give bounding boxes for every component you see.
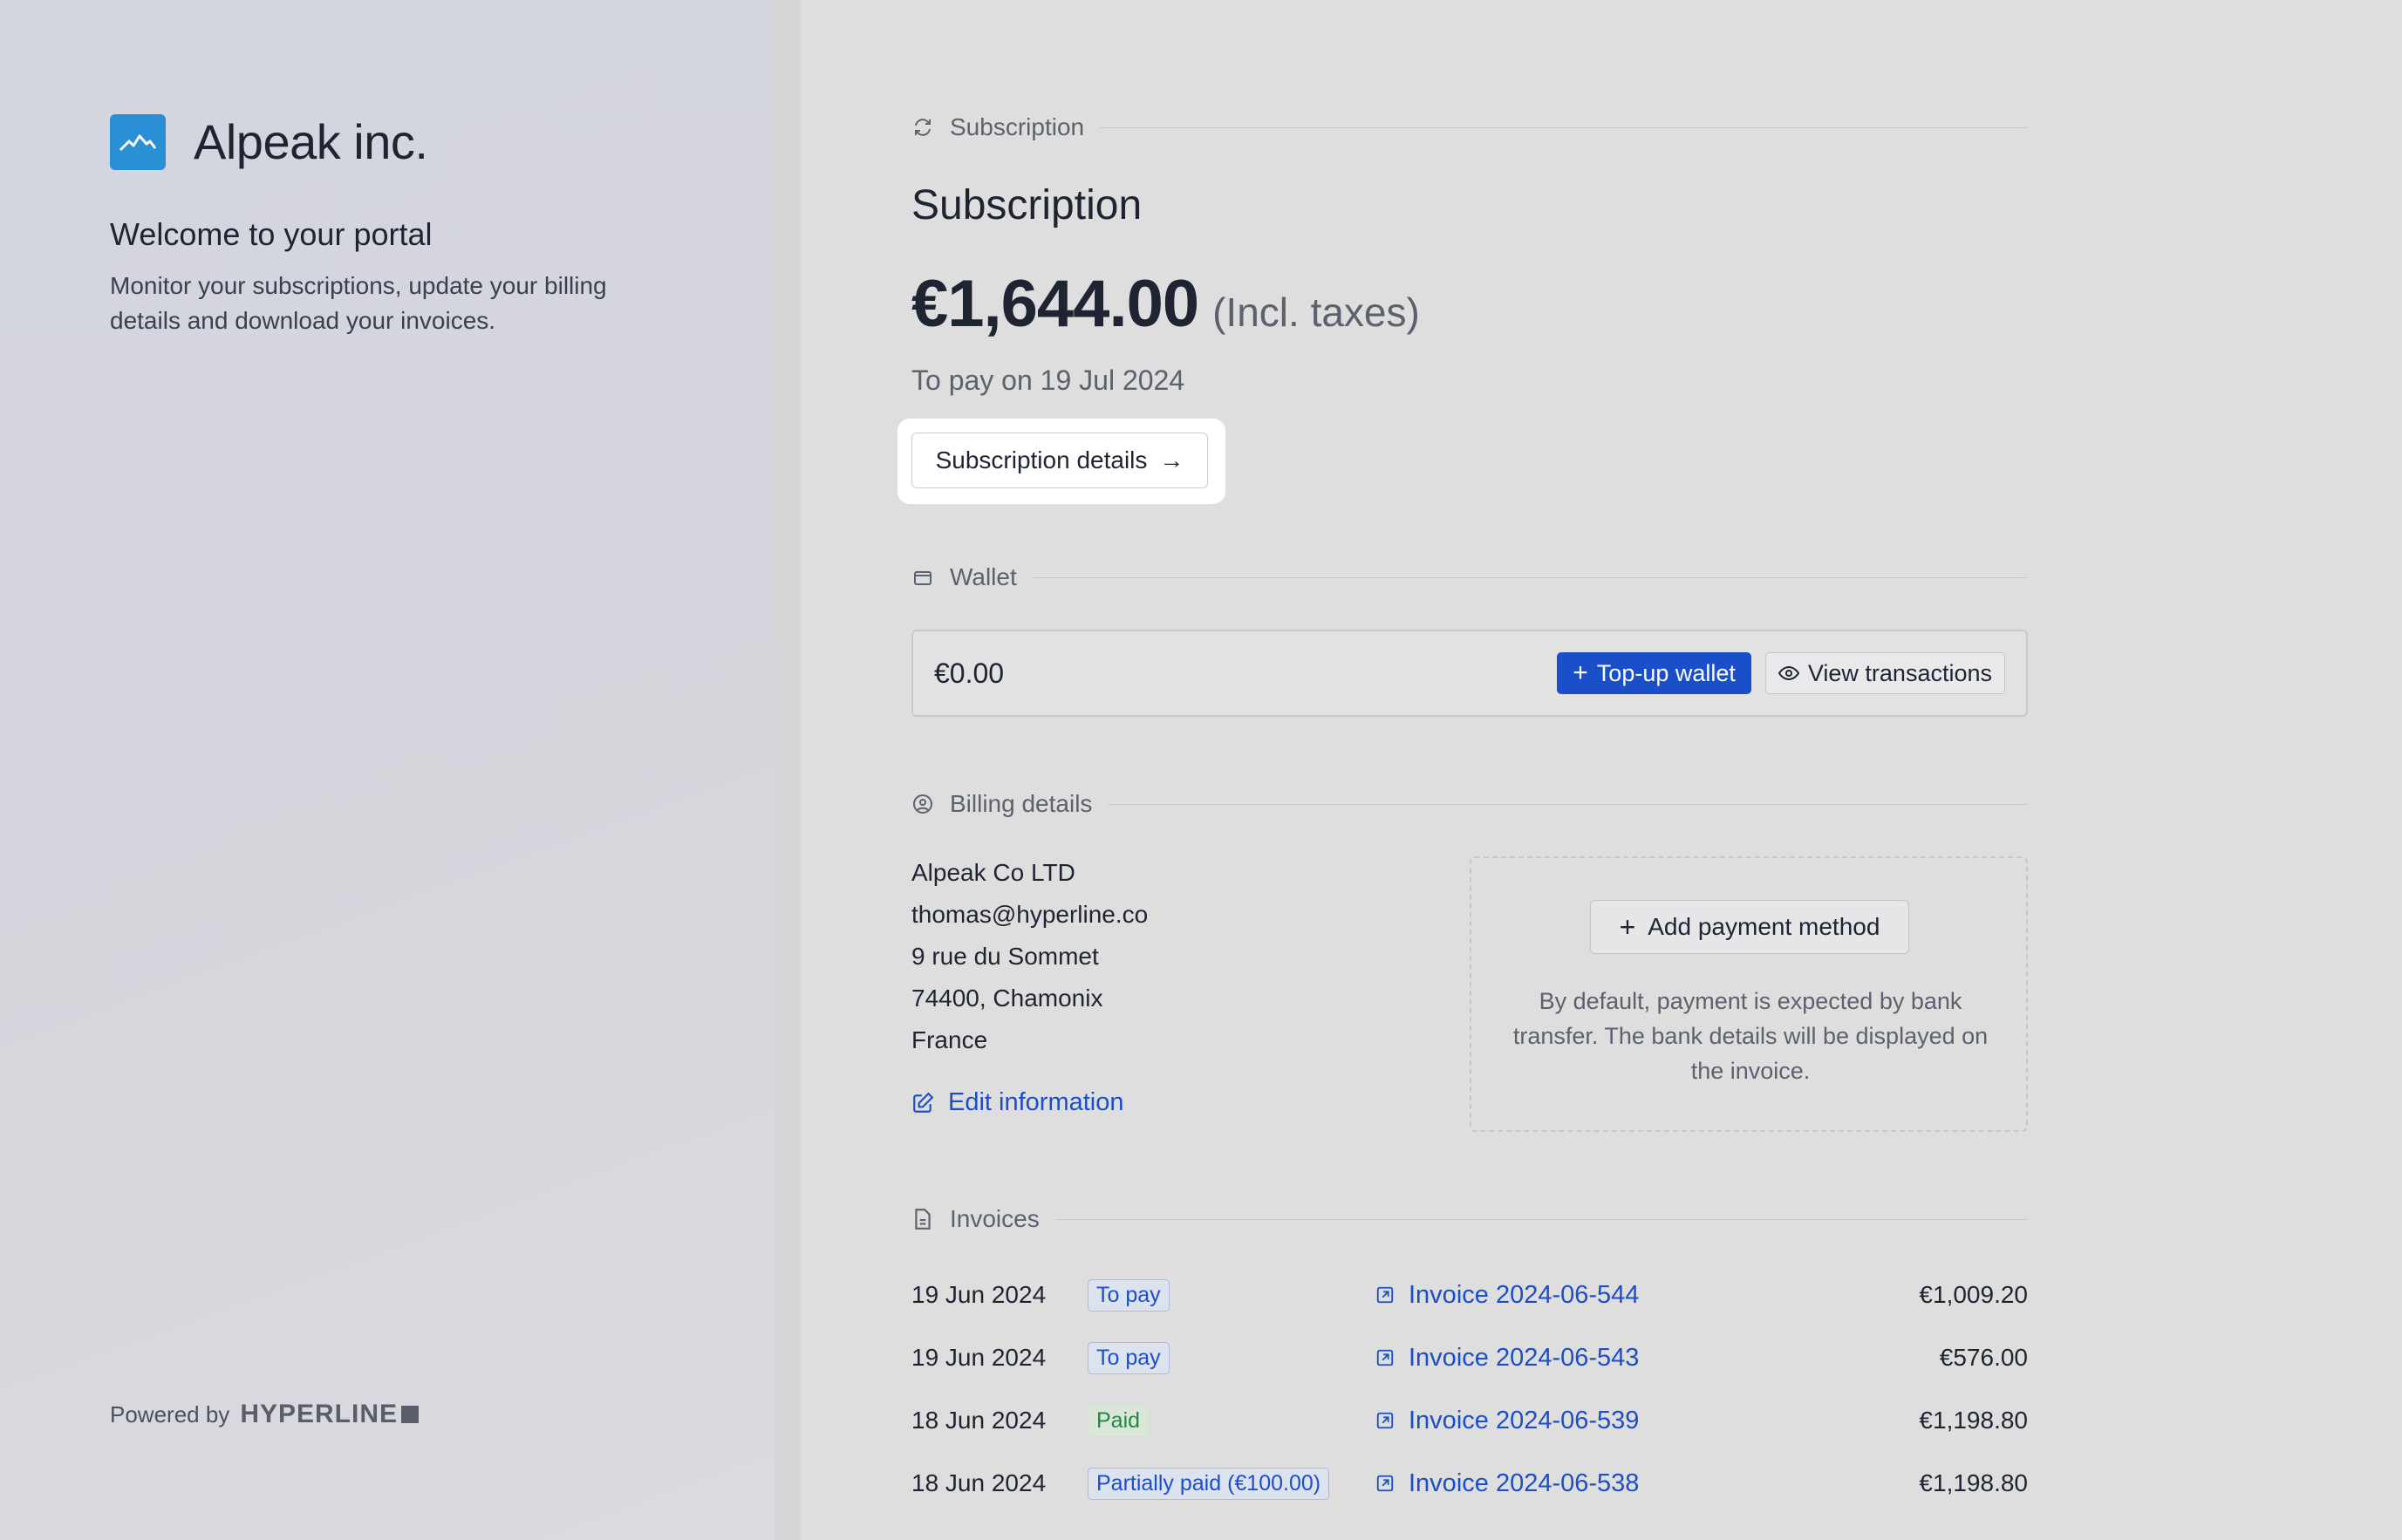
external-link-icon xyxy=(1375,1411,1395,1430)
document-icon xyxy=(911,1208,934,1230)
brand: Alpeak inc. xyxy=(110,113,428,170)
payment-note: By default, payment is expected by bank … xyxy=(1512,988,1989,1084)
status-badge: To pay xyxy=(1088,1341,1170,1374)
status-badge: To pay xyxy=(1088,1278,1170,1312)
billing-city: 74400, Chamonix xyxy=(911,985,1103,1012)
subscription-title: Subscription xyxy=(911,182,1143,228)
invoice-number: Invoice 2024-06-543 xyxy=(1409,1343,1640,1372)
invoice-row: 18 Jun 2024 Paid Invoice 2024-06-539 €1,198… xyxy=(911,1399,2028,1442)
invoice-status: Partially paid (€100.00) xyxy=(1088,1467,1375,1500)
billing-section-header: Billing details xyxy=(911,790,2028,818)
invoice-number: Invoice 2024-06-538 xyxy=(1409,1468,1640,1497)
status-badge: Paid xyxy=(1088,1404,1150,1437)
wallet-section-header: Wallet xyxy=(911,563,2028,591)
edit-information-link[interactable]: Edit information xyxy=(911,1088,1124,1117)
invoice-link[interactable]: Invoice 2024-06-539 xyxy=(1375,1407,1853,1435)
add-payment-method-label: Add payment method xyxy=(1648,913,1880,940)
plus-icon: + xyxy=(1573,658,1588,687)
subscription-section-header: Subscription xyxy=(911,113,2028,141)
welcome-title: Welcome to your portal xyxy=(110,216,433,252)
invoice-date: 19 Jun 2024 xyxy=(911,1344,1047,1371)
section-rule xyxy=(1054,1218,2028,1220)
edit-icon xyxy=(911,1092,934,1114)
vendor-wordmark: HYPERLINE xyxy=(240,1400,399,1428)
billing-street: 9 rue du Sommet xyxy=(911,943,1099,970)
billing-company: Alpeak Co LTD xyxy=(911,859,1075,886)
invoice-status: Paid xyxy=(1088,1404,1375,1437)
subscription-amount: €1,644.00 (Incl. taxes) xyxy=(911,266,1420,342)
company-name: Alpeak inc. xyxy=(194,114,428,169)
panel-divider xyxy=(775,0,801,1540)
invoice-amount: €1,009.20 xyxy=(1919,1281,2028,1308)
view-transactions-button[interactable]: View transactions xyxy=(1764,652,2005,694)
user-circle-icon xyxy=(911,793,934,815)
invoice-amount: €1,198.80 xyxy=(1919,1469,2028,1496)
eye-icon xyxy=(1778,665,1799,681)
invoices-section-label: Invoices xyxy=(950,1205,1040,1232)
mountain-icon xyxy=(110,113,166,170)
wallet-icon xyxy=(911,566,934,589)
invoice-amount: €576.00 xyxy=(1939,1344,2028,1371)
subscription-details-highlight: Subscription details → xyxy=(897,419,1225,504)
external-link-icon xyxy=(1375,1348,1395,1367)
invoice-status: To pay xyxy=(1088,1278,1375,1312)
status-badge: Partially paid (€100.00) xyxy=(1088,1467,1330,1500)
subscription-details-button[interactable]: Subscription details → xyxy=(911,433,1208,488)
wallet-balance: €0.00 xyxy=(934,657,1005,689)
billing-section-label: Billing details xyxy=(950,790,1093,817)
section-rule xyxy=(1108,803,2028,805)
external-link-icon xyxy=(1375,1285,1395,1305)
billing-email: thomas@hyperline.co xyxy=(911,901,1149,928)
invoice-link[interactable]: Invoice 2024-06-544 xyxy=(1375,1281,1853,1310)
subscription-section-label: Subscription xyxy=(950,113,1085,140)
invoice-status: To pay xyxy=(1088,1341,1375,1374)
subscription-price: €1,644.00 xyxy=(911,267,1199,341)
arrow-right-icon: → xyxy=(1159,446,1184,474)
invoice-date: 18 Jun 2024 xyxy=(911,1407,1047,1434)
invoice-number: Invoice 2024-06-539 xyxy=(1409,1406,1640,1434)
plus-icon: + xyxy=(1619,910,1636,943)
powered-by[interactable]: Powered by HYPERLINE xyxy=(110,1400,420,1429)
invoice-amount: €1,198.80 xyxy=(1919,1407,2028,1434)
invoice-row: 19 Jun 2024 To pay Invoice 2024-06-544 €1,0… xyxy=(911,1273,2028,1317)
wallet-card: €0.00 + Top-up wallet View transactions xyxy=(911,630,2028,717)
invoice-link[interactable]: Invoice 2024-06-543 xyxy=(1375,1344,1853,1373)
invoice-link[interactable]: Invoice 2024-06-538 xyxy=(1375,1469,1853,1498)
invoice-row: 18 Jun 2024 Partially paid (€100.00) Invoi… xyxy=(911,1462,2028,1505)
payment-method-box: + Add payment method By default, payment… xyxy=(1470,856,2028,1132)
billing-country: France xyxy=(911,1026,988,1053)
section-rule xyxy=(1032,576,2028,578)
view-transactions-label: View transactions xyxy=(1807,659,1992,686)
invoices-section-header: Invoices xyxy=(911,1205,2028,1233)
portal-sidebar: Alpeak inc. Welcome to your portal Monit… xyxy=(0,0,775,1540)
add-payment-method-button[interactable]: + Add payment method xyxy=(1590,900,1909,954)
top-up-wallet-button[interactable]: + Top-up wallet xyxy=(1557,652,1751,694)
top-up-wallet-label: Top-up wallet xyxy=(1596,659,1736,686)
vendor-logo-square xyxy=(401,1406,420,1423)
edit-information-label: Edit information xyxy=(948,1088,1124,1116)
powered-by-label: Powered by xyxy=(110,1400,230,1428)
wallet-section-label: Wallet xyxy=(950,563,1017,590)
invoice-row: 19 Jun 2024 To pay Invoice 2024-06-543 €576… xyxy=(911,1336,2028,1380)
tax-note: (Incl. taxes) xyxy=(1212,290,1420,335)
invoice-date: 19 Jun 2024 xyxy=(911,1281,1047,1308)
welcome-description: Monitor your subscriptions, update your … xyxy=(110,272,607,334)
invoice-number: Invoice 2024-06-544 xyxy=(1409,1280,1640,1309)
due-date: To pay on 19 Jul 2024 xyxy=(911,365,1185,396)
billing-address: Alpeak Co LTD thomas@hyperline.co 9 rue … xyxy=(911,855,1148,1064)
section-rule xyxy=(1100,126,2028,128)
subscription-details-label: Subscription details xyxy=(935,446,1148,474)
external-link-icon xyxy=(1375,1474,1395,1493)
invoice-date: 18 Jun 2024 xyxy=(911,1469,1047,1496)
refresh-icon xyxy=(911,116,934,139)
